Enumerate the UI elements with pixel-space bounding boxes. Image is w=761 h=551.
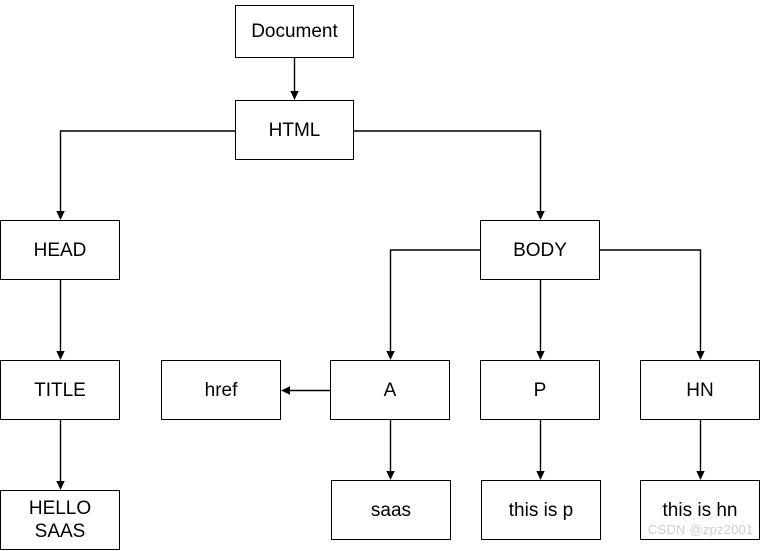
node-href: href [161, 360, 281, 420]
node-p: P [480, 360, 600, 420]
node-thisisp: this is p [481, 480, 601, 540]
edge-body-to-p [536, 280, 545, 360]
edge-hn-to-thisishn [696, 420, 705, 480]
node-hello: HELLO SAAS [0, 490, 120, 550]
watermark: CSDN @zpz2001 [648, 522, 754, 537]
node-title: TITLE [0, 360, 120, 420]
edge-arrowhead [56, 481, 65, 490]
edge-a-to-href [281, 386, 330, 395]
edge-arrowhead [290, 91, 299, 100]
edge-document-to-html [290, 58, 299, 100]
edge-head-to-title [56, 280, 65, 360]
edge-line [389, 249, 480, 354]
edge-arrowhead [536, 211, 545, 220]
node-html: HTML [235, 100, 354, 160]
edge-title-to-hello [56, 420, 65, 490]
node-hn: HN [640, 360, 760, 420]
edge-arrowhead [696, 471, 705, 480]
node-body: BODY [480, 220, 600, 280]
edge-body-to-a [386, 249, 480, 360]
edge-p-to-thisisp [536, 420, 545, 480]
edge-arrowhead [386, 471, 395, 480]
edge-line [354, 130, 542, 214]
edge-arrowhead [696, 351, 705, 360]
dom-tree-diagram: Document HTML HEAD BODY TITLE href A P HN HELLO S… [0, 0, 761, 551]
node-a: A [330, 360, 450, 420]
node-document: Document [235, 5, 354, 58]
edge-body-to-hn [600, 249, 705, 360]
edge-line [59, 130, 235, 214]
edge-a-to-saas [386, 420, 395, 480]
edge-arrowhead [281, 386, 290, 395]
edge-html-to-body [354, 130, 545, 220]
node-saas: saas [331, 480, 451, 540]
edge-arrowhead [56, 211, 65, 220]
edge-arrowhead [536, 471, 545, 480]
edge-arrowhead [536, 351, 545, 360]
edge-arrowhead [386, 351, 395, 360]
edge-arrowhead [56, 351, 65, 360]
edge-html-to-head [56, 130, 235, 220]
node-head: HEAD [0, 220, 120, 280]
edge-line [600, 249, 702, 354]
